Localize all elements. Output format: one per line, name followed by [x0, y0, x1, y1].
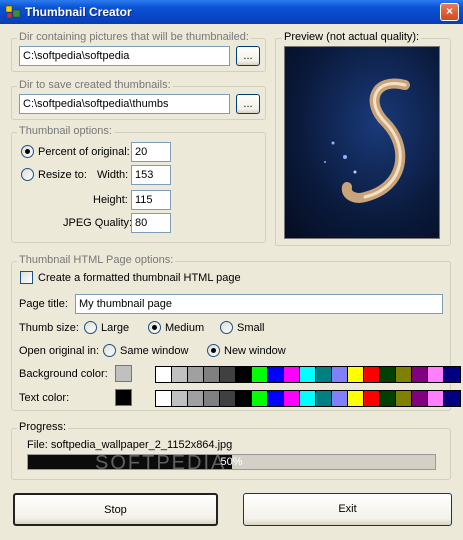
page-title-input[interactable]: My thumbnail page — [75, 294, 443, 314]
color-swatch[interactable] — [268, 391, 284, 406]
color-swatch[interactable] — [428, 391, 444, 406]
color-swatch[interactable] — [300, 391, 316, 406]
color-swatch[interactable] — [380, 391, 396, 406]
percent-label: Percent of original: — [38, 146, 130, 158]
source-dir-legend: Dir containing pictures that will be thu… — [17, 31, 251, 43]
color-swatch[interactable] — [364, 367, 380, 382]
resize-radio[interactable] — [21, 168, 34, 181]
background-color-selected — [115, 365, 132, 382]
create-html-label: Create a formatted thumbnail HTML page — [38, 272, 241, 284]
thumb-size-medium-label: Medium — [165, 322, 205, 334]
color-swatch[interactable] — [284, 367, 300, 382]
jpeg-quality-input[interactable]: 80 — [131, 213, 171, 233]
background-color-label: Background color: — [19, 368, 108, 380]
color-swatch[interactable] — [236, 391, 252, 406]
open-same-window-radio[interactable] — [103, 344, 116, 357]
page-title-label: Page title: — [19, 298, 68, 310]
thumb-size-large-label: Large — [101, 322, 130, 334]
color-swatch[interactable] — [236, 367, 252, 382]
color-swatch[interactable] — [412, 391, 428, 406]
height-label: Height: — [93, 194, 128, 206]
color-swatch[interactable] — [444, 367, 460, 382]
color-swatch[interactable] — [316, 391, 332, 406]
open-new-window-radio[interactable] — [207, 344, 220, 357]
title-bar[interactable]: Thumbnail Creator × — [0, 0, 463, 24]
color-swatch[interactable] — [172, 391, 188, 406]
progress-file-text: File: softpedia_wallpaper_2_1152x864.jpg — [27, 439, 233, 451]
color-swatch[interactable] — [252, 367, 268, 382]
color-swatch[interactable] — [444, 391, 460, 406]
create-html-checkbox[interactable] — [20, 271, 33, 284]
width-label: Width: — [97, 169, 129, 181]
preview-legend: Preview (not actual quality): — [282, 31, 422, 43]
color-swatch[interactable] — [156, 391, 172, 406]
color-swatch[interactable] — [204, 391, 220, 406]
close-icon: × — [445, 4, 453, 18]
percent-input[interactable]: 20 — [131, 142, 171, 162]
dest-dir-legend: Dir to save created thumbnails: — [17, 79, 173, 91]
text-color-selected — [115, 389, 132, 406]
source-dir-browse-button[interactable]: ... — [236, 46, 260, 66]
width-input[interactable]: 153 — [131, 165, 171, 185]
color-swatch[interactable] — [268, 367, 284, 382]
progress-legend: Progress: — [17, 421, 69, 433]
dest-dir-input[interactable]: C:\softpedia\softpedia\thumbs — [19, 94, 230, 114]
color-swatch[interactable] — [252, 391, 268, 406]
app-icon — [5, 5, 21, 19]
stop-button[interactable]: Stop — [13, 493, 218, 526]
color-swatch[interactable] — [188, 367, 204, 382]
thumb-size-medium-radio[interactable] — [148, 321, 161, 334]
color-swatch[interactable] — [156, 367, 172, 382]
thumb-size-small-radio[interactable] — [220, 321, 233, 334]
open-original-label: Open original in: — [19, 345, 100, 357]
resize-label: Resize to: — [38, 169, 87, 181]
color-swatch[interactable] — [284, 391, 300, 406]
html-options-legend: Thumbnail HTML Page options: — [17, 254, 176, 266]
percent-radio[interactable] — [21, 145, 34, 158]
color-swatch[interactable] — [316, 367, 332, 382]
open-new-window-label: New window — [224, 345, 286, 357]
thumbnail-options-legend: Thumbnail options: — [17, 125, 114, 137]
color-swatch[interactable] — [348, 367, 364, 382]
height-input[interactable]: 115 — [131, 190, 171, 210]
thumbnail-creator-window: Thumbnail Creator × Dir containing pictu… — [0, 0, 463, 540]
color-swatch[interactable] — [348, 391, 364, 406]
color-swatch[interactable] — [188, 391, 204, 406]
background-color-palette[interactable] — [155, 366, 461, 383]
progress-percent-text: 50% — [220, 456, 243, 468]
window-title: Thumbnail Creator — [25, 5, 132, 19]
progress-bar: 50% — [27, 454, 436, 470]
color-swatch[interactable] — [220, 367, 236, 382]
color-swatch[interactable] — [428, 367, 444, 382]
preview-artwork — [324, 78, 410, 203]
color-swatch[interactable] — [396, 391, 412, 406]
color-swatch[interactable] — [332, 391, 348, 406]
thumb-size-small-label: Small — [237, 322, 265, 334]
thumb-size-label: Thumb size: — [19, 322, 79, 334]
color-swatch[interactable] — [364, 391, 380, 406]
color-swatch[interactable] — [396, 367, 412, 382]
color-swatch[interactable] — [172, 367, 188, 382]
color-swatch[interactable] — [300, 367, 316, 382]
color-swatch[interactable] — [332, 367, 348, 382]
dest-dir-browse-button[interactable]: ... — [236, 94, 260, 114]
source-dir-input[interactable]: C:\softpedia\softpedia — [19, 46, 230, 66]
jpeg-quality-label: JPEG Quality: — [63, 217, 133, 229]
watermark-text: SOFTPEDIA — [95, 452, 227, 474]
text-color-label: Text color: — [19, 392, 70, 404]
close-button[interactable]: × — [440, 3, 459, 21]
thumb-size-large-radio[interactable] — [84, 321, 97, 334]
color-swatch[interactable] — [412, 367, 428, 382]
open-same-window-label: Same window — [120, 345, 189, 357]
text-color-palette[interactable] — [155, 390, 461, 407]
color-swatch[interactable] — [380, 367, 396, 382]
color-swatch[interactable] — [204, 367, 220, 382]
exit-button[interactable]: Exit — [243, 493, 452, 526]
preview-image — [284, 46, 440, 239]
color-swatch[interactable] — [220, 391, 236, 406]
